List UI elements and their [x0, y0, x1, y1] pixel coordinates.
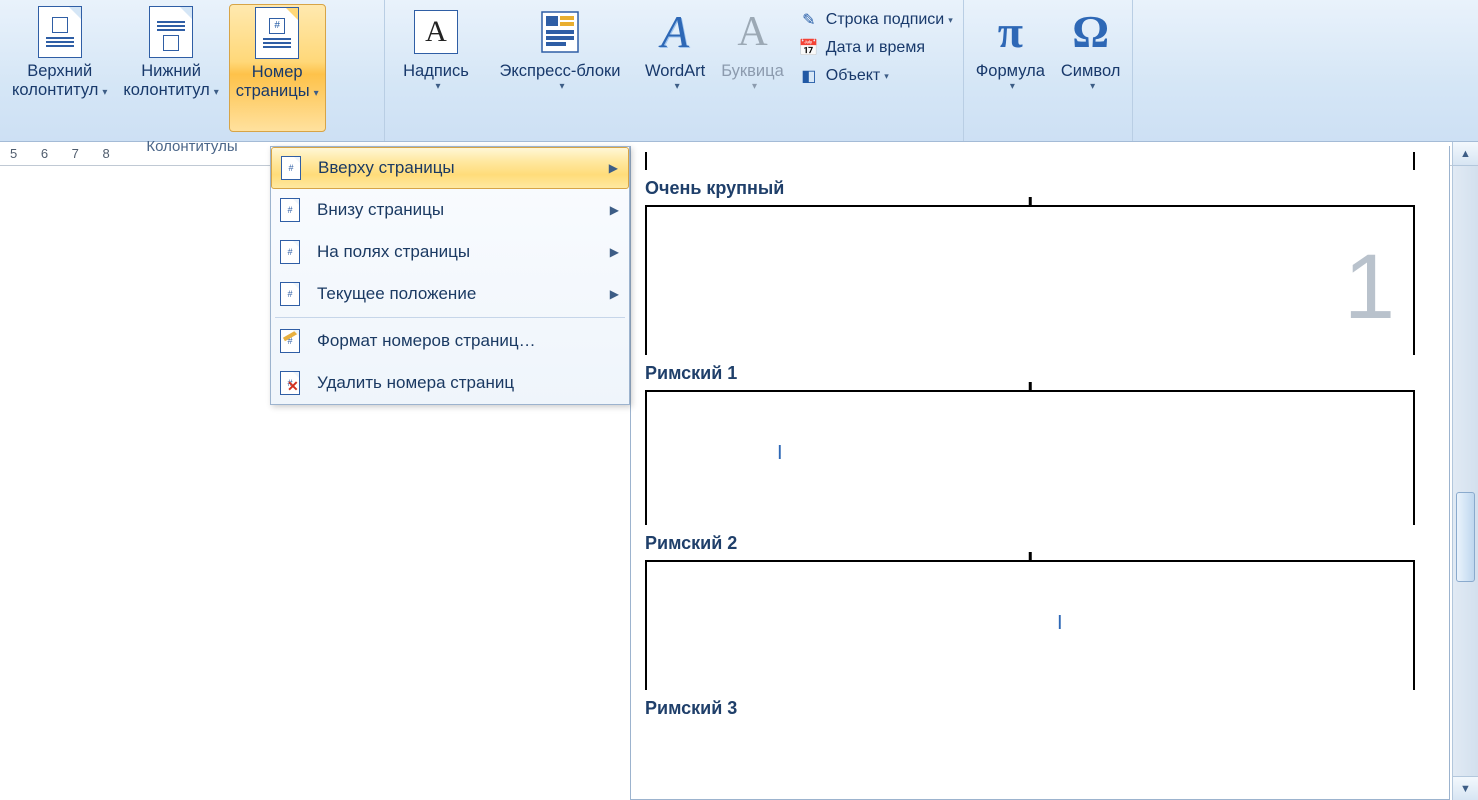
hairline-icon — [1029, 382, 1032, 392]
object-label: Объект — [826, 67, 880, 85]
menu-current-position-label: Текущее положение — [317, 284, 476, 304]
signature-icon: ✎ — [798, 9, 820, 31]
gallery-sample-roman-1[interactable]: I — [645, 390, 1415, 525]
datetime-label: Дата и время — [826, 39, 925, 57]
gallery-category-very-large: Очень крупный — [645, 178, 1435, 199]
ribbon-group-symbols: π Формула ▾ Ω Символ ▾ — [964, 0, 1134, 141]
footer-icon — [147, 8, 195, 56]
header-button[interactable]: Верхний колонтитул▾ — [6, 4, 113, 132]
menu-page-margins-label: На полях страницы — [317, 242, 470, 262]
page-number-button-label-1: Номер — [252, 63, 303, 82]
dropcap-icon: A — [728, 8, 776, 56]
wordart-button-label: WordArt — [645, 62, 705, 81]
quickparts-icon — [536, 8, 584, 56]
submenu-arrow-icon: ▶ — [610, 203, 619, 217]
page-number-icon: # — [253, 9, 301, 57]
hairline-icon — [1029, 552, 1032, 562]
gallery-sample-roman-2[interactable]: I — [645, 560, 1415, 690]
menu-bottom-of-page[interactable]: # Внизу страницы ▶ — [271, 189, 629, 231]
signature-dropdown-icon: ▾ — [944, 15, 953, 26]
footer-button-label-2: колонтитул▾ — [123, 81, 218, 100]
header-button-label-2: колонтитул▾ — [12, 81, 107, 100]
gallery-category-roman-3: Римский 3 — [645, 698, 1435, 719]
object-button[interactable]: ◧ Объект ▾ — [792, 62, 959, 90]
page-number-button[interactable]: # Номер страницы▾ — [229, 4, 326, 132]
wordart-icon: A — [651, 8, 699, 56]
ribbon: Верхний колонтитул▾ Нижний колонтитул▾ #… — [0, 0, 1478, 142]
submenu-arrow-icon: ▶ — [609, 161, 618, 175]
equation-icon: π — [986, 8, 1034, 56]
menu-bottom-of-page-label: Внизу страницы — [317, 200, 444, 220]
object-dropdown-icon: ▾ — [880, 71, 889, 82]
menu-top-of-page-label: Вверху страницы — [318, 158, 455, 178]
gallery-sample-clip-top — [645, 152, 1415, 170]
menu-page-margins[interactable]: # На полях страницы ▶ — [271, 231, 629, 273]
hairline-icon — [1029, 197, 1032, 207]
page-number-gallery: Очень крупный 1 Римский 1 I Римский 2 I … — [630, 146, 1450, 800]
textbox-dropdown-icon: ▾ — [431, 81, 440, 93]
textbox-icon: A — [412, 8, 460, 56]
dropcap-button-label: Буквица — [721, 62, 784, 81]
menu-top-of-page[interactable]: # Вверху страницы ▶ — [271, 147, 629, 189]
equation-button-label: Формула — [976, 62, 1045, 81]
quickparts-button-label: Экспресс-блоки — [500, 62, 621, 81]
scroll-down-button[interactable]: ▼ — [1453, 776, 1478, 800]
signature-line-button[interactable]: ✎ Строка подписи ▾ — [792, 6, 959, 34]
remove-page-numbers-icon: # — [275, 368, 305, 398]
gallery-category-roman-2: Римский 2 — [645, 533, 1435, 554]
equation-button[interactable]: π Формула ▾ — [970, 4, 1051, 132]
menu-remove-page-numbers-label: Удалить номера страниц — [317, 373, 514, 393]
footer-button-label-1: Нижний — [141, 62, 201, 81]
symbol-button[interactable]: Ω Символ ▾ — [1055, 4, 1127, 132]
wordart-button[interactable]: A WordArt ▾ — [639, 4, 711, 132]
menu-format-page-numbers-label: Формат номеров страниц… — [317, 331, 536, 351]
submenu-arrow-icon: ▶ — [610, 245, 619, 259]
scroll-up-button[interactable]: ▲ — [1453, 142, 1478, 166]
header-icon — [36, 8, 84, 56]
sample-roman-mark-2: I — [1057, 612, 1063, 635]
text-button-stack: ✎ Строка подписи ▾ 📅 Дата и время ◧ Объе… — [792, 2, 959, 90]
dropcap-button[interactable]: A Буквица ▾ — [715, 4, 790, 132]
datetime-icon: 📅 — [798, 37, 820, 59]
page-number-button-label-2: страницы▾ — [236, 82, 319, 101]
footer-button[interactable]: Нижний колонтитул▾ — [117, 4, 224, 132]
menu-current-position[interactable]: # Текущее положение ▶ — [271, 273, 629, 315]
quickparts-dropdown-icon: ▾ — [555, 81, 564, 93]
top-of-page-icon: # — [276, 153, 306, 183]
symbol-dropdown-icon: ▾ — [1086, 81, 1095, 93]
equation-dropdown-icon: ▾ — [1006, 81, 1015, 93]
quickparts-button[interactable]: Экспресс-блоки ▾ — [485, 4, 635, 132]
sample-roman-mark-1: I — [777, 442, 783, 465]
textbox-button-label: Надпись — [403, 62, 469, 81]
bottom-of-page-icon: # — [275, 195, 305, 225]
ruler-digits: 5 6 7 8 — [10, 146, 120, 161]
signature-line-label: Строка подписи — [826, 11, 944, 29]
dropcap-dropdown-icon: ▾ — [748, 81, 757, 93]
symbol-icon: Ω — [1067, 8, 1115, 56]
wordart-dropdown-icon: ▾ — [671, 81, 680, 93]
header-button-label-1: Верхний — [27, 62, 92, 81]
page-margins-icon: # — [275, 237, 305, 267]
format-page-numbers-icon: # — [275, 326, 305, 356]
symbol-button-label: Символ — [1061, 62, 1121, 81]
scroll-thumb[interactable] — [1456, 492, 1475, 582]
gallery-sample-very-large[interactable]: 1 — [645, 205, 1415, 355]
submenu-arrow-icon: ▶ — [610, 287, 619, 301]
menu-separator — [275, 317, 625, 318]
sample-number-1: 1 — [1344, 241, 1395, 333]
menu-remove-page-numbers[interactable]: # Удалить номера страниц — [271, 362, 629, 404]
object-icon: ◧ — [798, 65, 820, 87]
textbox-button[interactable]: A Надпись ▾ — [391, 4, 481, 132]
page-number-dropdown: # Вверху страницы ▶ # Внизу страницы ▶ #… — [270, 146, 630, 405]
gallery-category-roman-1: Римский 1 — [645, 363, 1435, 384]
vertical-scrollbar[interactable]: ▲ ▼ — [1452, 142, 1478, 800]
current-position-icon: # — [275, 279, 305, 309]
menu-format-page-numbers[interactable]: # Формат номеров страниц… — [271, 320, 629, 362]
datetime-button[interactable]: 📅 Дата и время — [792, 34, 959, 62]
ribbon-group-text: A Надпись ▾ Экспресс-блоки ▾ A WordArt ▾… — [385, 0, 964, 141]
ribbon-group-headerfooter: Верхний колонтитул▾ Нижний колонтитул▾ #… — [0, 0, 385, 141]
